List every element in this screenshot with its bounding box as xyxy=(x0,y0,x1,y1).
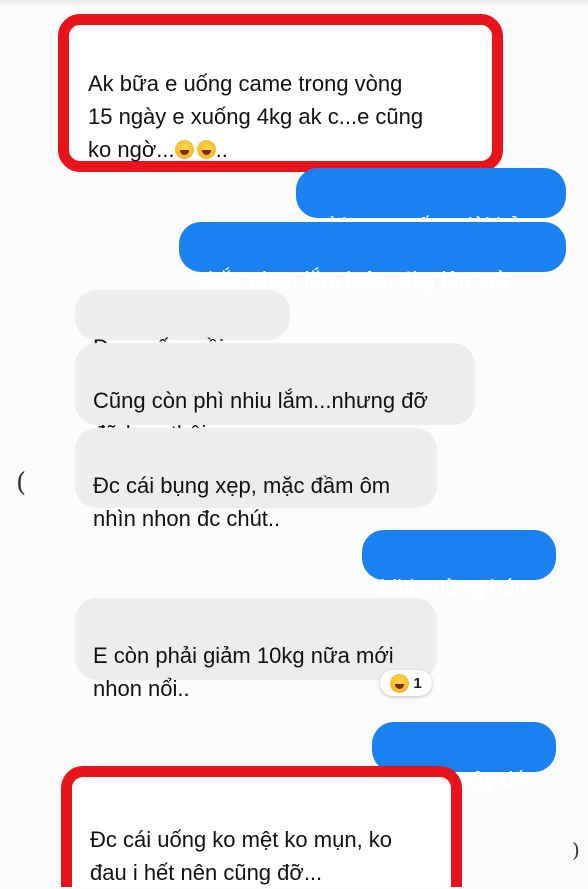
laughing-emoji-icon xyxy=(390,673,410,693)
laughing-emoji-icon xyxy=(174,137,216,162)
reaction-count: 1 xyxy=(413,674,422,692)
message-text: chắc nhon lắm luôn, 4kg lận mà xyxy=(197,267,508,292)
message-text: E còn phải giảm 10kg nữa mới nhon nổi.. xyxy=(93,643,394,701)
message-incoming-4[interactable]: Đc cái bụng xẹp, mặc đầm ôm nhìn nhon đc… xyxy=(75,428,437,531)
screenshot-top-edge xyxy=(0,0,588,8)
message-incoming-6[interactable]: Đc cái uống ko mệt ko mụn, ko đau i hết … xyxy=(78,784,446,887)
message-text: Đc cái bụng xẹp, mặc đầm ôm nhìn nhon đc… xyxy=(93,473,391,531)
message-outgoing-2[interactable]: chắc nhon lắm luôn, 4kg lận mà xyxy=(179,222,566,292)
message-text: hihi, mừng hén xyxy=(380,575,527,600)
message-incoming-1[interactable]: Ak bữa e uống came trong vòng 15 ngày e … xyxy=(74,28,486,162)
message-incoming-2[interactable]: Da, xuống rồi c... xyxy=(75,290,290,360)
message-incoming-3[interactable]: Cũng còn phì nhiu lắm...nhưng đỡ đỡ hơn … xyxy=(75,343,475,446)
message-suffix: .. xyxy=(215,137,228,162)
message-outgoing-4[interactable]: c cũng vậy đó xyxy=(372,722,556,792)
message-text: Đc cái uống ko mệt ko mụn, ko đau i hết … xyxy=(90,827,393,885)
scroll-edge-glyph: ) xyxy=(572,838,580,862)
message-incoming-5[interactable]: E còn phải giảm 10kg nữa mới nhon nổi.. xyxy=(75,598,437,701)
message-outgoing-1[interactable]: trời nay xuống dùi hả xyxy=(296,168,566,238)
scroll-edge-glyph: ( xyxy=(16,468,27,498)
message-outgoing-3[interactable]: hihi, mừng hén xyxy=(362,530,556,600)
message-reaction[interactable]: 1 xyxy=(380,670,432,696)
